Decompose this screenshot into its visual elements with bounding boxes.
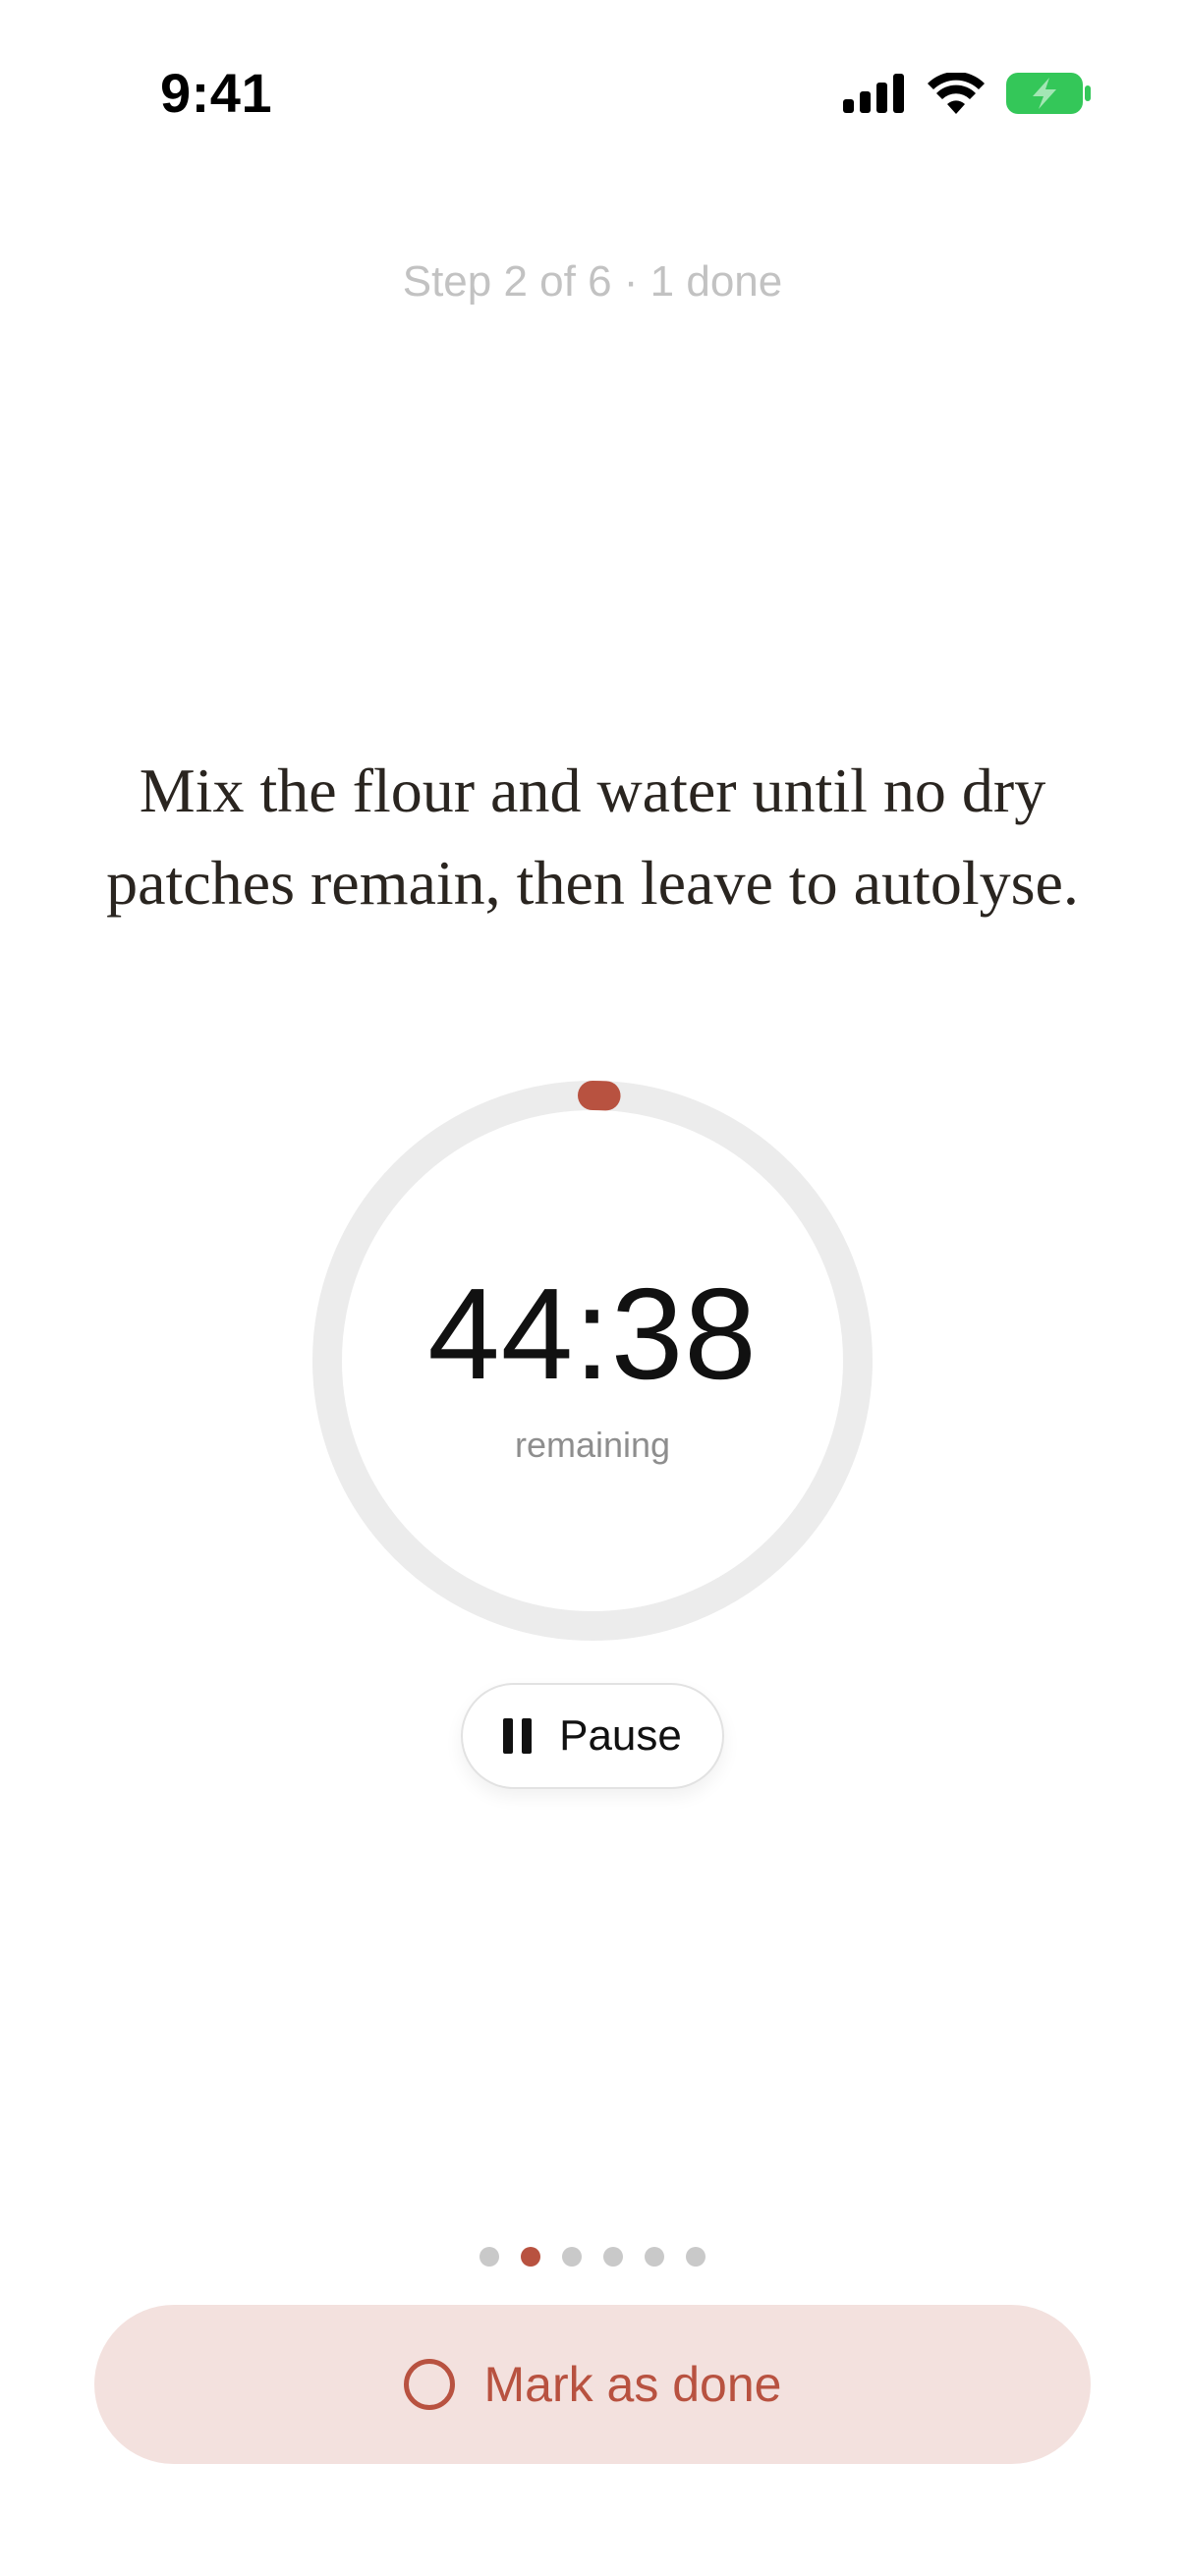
mark-as-done-button[interactable]: Mark as done bbox=[94, 2305, 1091, 2464]
page-dot[interactable] bbox=[686, 2247, 705, 2267]
page-dot[interactable] bbox=[603, 2247, 623, 2267]
status-icons bbox=[843, 71, 1091, 119]
page-dot[interactable] bbox=[480, 2247, 499, 2267]
page-dot[interactable] bbox=[521, 2247, 540, 2267]
timer-remaining-value: 44:38 bbox=[427, 1261, 758, 1406]
step-page-indicator bbox=[0, 2247, 1185, 2267]
page-dot[interactable] bbox=[645, 2247, 664, 2267]
status-time: 9:41 bbox=[160, 62, 273, 124]
step-instruction: Mix the flour and water until no dry pat… bbox=[106, 756, 1079, 918]
circle-outline-icon bbox=[403, 2359, 455, 2410]
page-dot[interactable] bbox=[562, 2247, 582, 2267]
mark-as-done-label: Mark as done bbox=[483, 2357, 782, 2412]
pause-button[interactable]: Pause bbox=[461, 1683, 724, 1789]
timer-caption: remaining bbox=[514, 1425, 671, 1465]
wifi-icon bbox=[928, 71, 985, 119]
battery-charging-icon bbox=[1006, 72, 1091, 119]
pause-label: Pause bbox=[559, 1711, 682, 1760]
step-progress-label: Step 2 of 6 · 1 done bbox=[402, 257, 783, 306]
cellular-signal-icon bbox=[843, 73, 906, 118]
pause-icon bbox=[503, 1718, 533, 1754]
